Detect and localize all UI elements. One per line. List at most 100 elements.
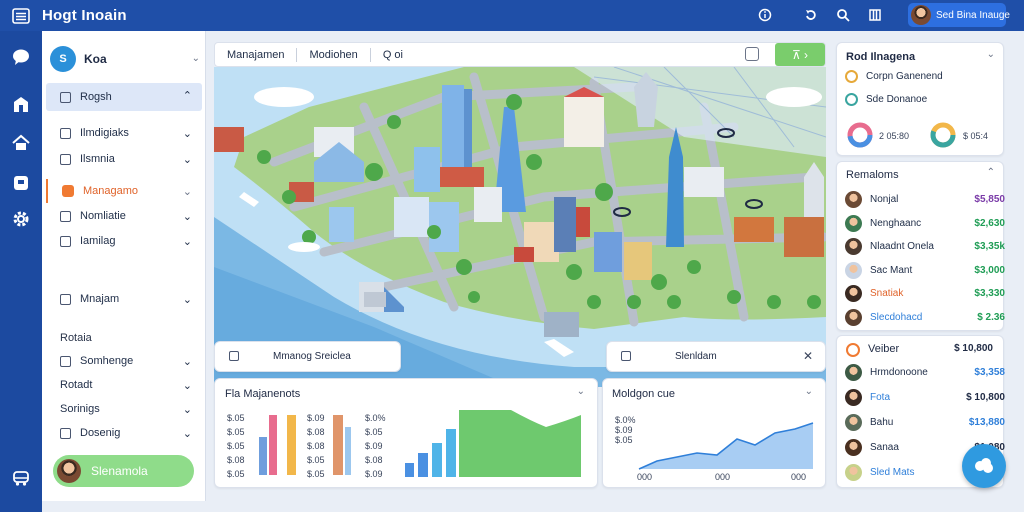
bar-value-label: $.08 [365, 455, 383, 465]
coin-icon [845, 93, 858, 106]
row-name: Bahu [870, 417, 894, 428]
table-row[interactable]: Snatiak $3,330 [845, 285, 1005, 302]
chevron-down-icon: ⌄ [182, 186, 192, 198]
home-icon[interactable] [11, 133, 31, 153]
donut-label: 2 05:80 [879, 131, 910, 141]
donut-chart-1 [847, 122, 873, 148]
sidebar-item-managamo[interactable]: Managamo ⌄ [46, 179, 202, 203]
chevron-down-icon: ⌄ [182, 380, 192, 392]
line-area-chart [638, 422, 814, 470]
bar-value-label: $.05 [307, 455, 325, 465]
people-card: Remaloms ⌃ Nonjal $5,850 Nenghaanc $2,630 Nl… [836, 161, 1005, 331]
row-name: Nonjal [870, 194, 899, 205]
sidebar-item-ilmdigiaks[interactable]: Ilmdigiaks ⌄ [46, 121, 202, 145]
row-amount: $13,880 [968, 417, 1005, 428]
chevron-up-icon: ⌃ [182, 90, 192, 102]
y-tick-label: $.09 [615, 425, 633, 435]
chat-fab-button[interactable] [962, 444, 1006, 488]
y-tick-label: $.0% [615, 415, 636, 425]
refresh-icon[interactable] [802, 6, 820, 24]
tab-modiohen[interactable]: Modiohen [297, 49, 369, 61]
coin-icon [846, 343, 860, 357]
table-row[interactable]: Slecdohacd $ 2.36 [845, 308, 1005, 326]
vehicle-icon[interactable] [11, 468, 31, 488]
sidebar-subitem-rotadt[interactable]: Rotadt ⌄ [46, 373, 202, 397]
panel-icon[interactable] [866, 6, 884, 24]
sidebar-item-label: Rogsh [80, 91, 112, 103]
menu-icon[interactable] [0, 0, 42, 31]
chevron-down-icon: ⌄ [182, 428, 192, 440]
chat-icon [975, 458, 993, 473]
table-row[interactable]: Nenghaanc $2,630 [845, 214, 1005, 232]
brand-logo-icon: S [50, 46, 76, 72]
expand-icon[interactable] [745, 47, 759, 61]
card-title: Remaloms [846, 169, 899, 181]
chevron-down-icon[interactable]: ⌄ [577, 386, 585, 397]
row-amount: $3,330 [974, 288, 1005, 299]
list-item[interactable]: Sde Donanoe [845, 93, 1005, 106]
avatar [845, 191, 862, 208]
avatar [911, 5, 931, 25]
sidebar-item-nomliatie[interactable]: Nomliatie ⌄ [46, 204, 202, 228]
list-item[interactable]: Corpn Ganenend [845, 70, 1005, 83]
profile-cta-button[interactable]: Slenamola [53, 455, 194, 487]
row-name: Hrmdonoone [870, 367, 928, 378]
sidebar-item-label: Dosenig [80, 427, 121, 439]
table-row[interactable]: Hrmdonoone $3,358 [845, 364, 1005, 381]
sidebar-item-mnajam[interactable]: Mnajam ⌄ [46, 287, 202, 311]
action-button[interactable]: ⊼ › [775, 43, 825, 66]
sidebar-item-ilsmnia[interactable]: Ilsmnia ⌄ [46, 147, 202, 171]
avatar [845, 464, 862, 481]
card-title: Rod Ilnagena [846, 51, 916, 63]
sidebar-subitem-sorinigs[interactable]: Sorinigs ⌄ [46, 397, 202, 421]
chevron-down-icon: ⌄ [191, 53, 200, 64]
dashboard-icon[interactable] [11, 173, 31, 193]
row-label: Sde Donanoe [866, 94, 928, 105]
avatar [845, 261, 862, 279]
sidebar-item-iamilag[interactable]: Iamilag ⌄ [46, 229, 202, 253]
grid-icon [60, 355, 71, 367]
x-tick-label: 000 [791, 472, 807, 482]
x-tick-label: 000 [715, 472, 731, 482]
building-icon[interactable] [11, 94, 31, 114]
bar-value-label: $.08 [307, 441, 325, 451]
gear-icon[interactable] [11, 209, 31, 229]
user-chip[interactable]: Sed Bina Inauge [908, 3, 1010, 27]
map-info-chip[interactable]: Slenldam ✕ [606, 341, 826, 372]
tab-manajamen[interactable]: Manajamen [215, 49, 296, 61]
sidebar-item-label: Nomliatie [80, 210, 126, 222]
sidebar-item-label: Sorinigs [60, 403, 100, 415]
sidebar-subitem-dosenig[interactable]: Dosenig ⌄ [46, 421, 202, 445]
bar-value-label: $.05 [227, 413, 245, 423]
search-icon[interactable] [834, 6, 852, 24]
close-icon[interactable]: ✕ [803, 349, 813, 363]
line-card: Moldgon cue ⌄ $.0% $.09 $.05 000 000 000 [602, 378, 826, 488]
avatar [845, 389, 862, 406]
table-row[interactable]: Sac Mant $3,000 [845, 261, 1005, 279]
sidebar-item-label: Managamo [83, 185, 139, 197]
chevron-down-icon[interactable]: ⌄ [987, 49, 995, 60]
table-row[interactable]: Nlaadnt Onela $3,35k [845, 238, 1005, 255]
donut-chart-2 [930, 122, 956, 148]
sidebar-brand[interactable]: S Koa ⌄ [50, 45, 200, 73]
map-layer-chip[interactable]: Mmanog Sreiclea [214, 341, 401, 372]
table-row[interactable]: Nonjal $5,850 [845, 191, 1005, 208]
sidebar-item-rogsh[interactable]: Rogsh ⌃ [46, 83, 202, 111]
row-amount: $ 2.36 [977, 311, 1005, 323]
folder-icon [60, 127, 71, 139]
table-row[interactable]: Fota $ 10,800 [845, 389, 1005, 406]
chevron-down-icon[interactable]: ⌄ [805, 386, 813, 397]
sidebar-subitem-somhenge[interactable]: Somhenge ⌄ [46, 349, 202, 373]
search-input[interactable]: Q oi [371, 49, 415, 61]
info-icon[interactable] [756, 6, 774, 24]
chevron-up-icon[interactable]: ⌃ [987, 167, 995, 178]
sidebar-item-label: Iamilag [80, 235, 116, 247]
sidebar-item-label: Mnajam [80, 293, 120, 305]
city-map[interactable] [214, 67, 826, 387]
header-amount: $ 10,800 [954, 343, 993, 354]
bar-value-label: $.09 [307, 413, 325, 423]
chat-icon[interactable] [11, 47, 31, 67]
row-name: Slecdohacd [870, 311, 923, 323]
row-amount: $3,358 [974, 367, 1005, 378]
table-row[interactable]: Bahu $13,880 [845, 414, 1005, 431]
